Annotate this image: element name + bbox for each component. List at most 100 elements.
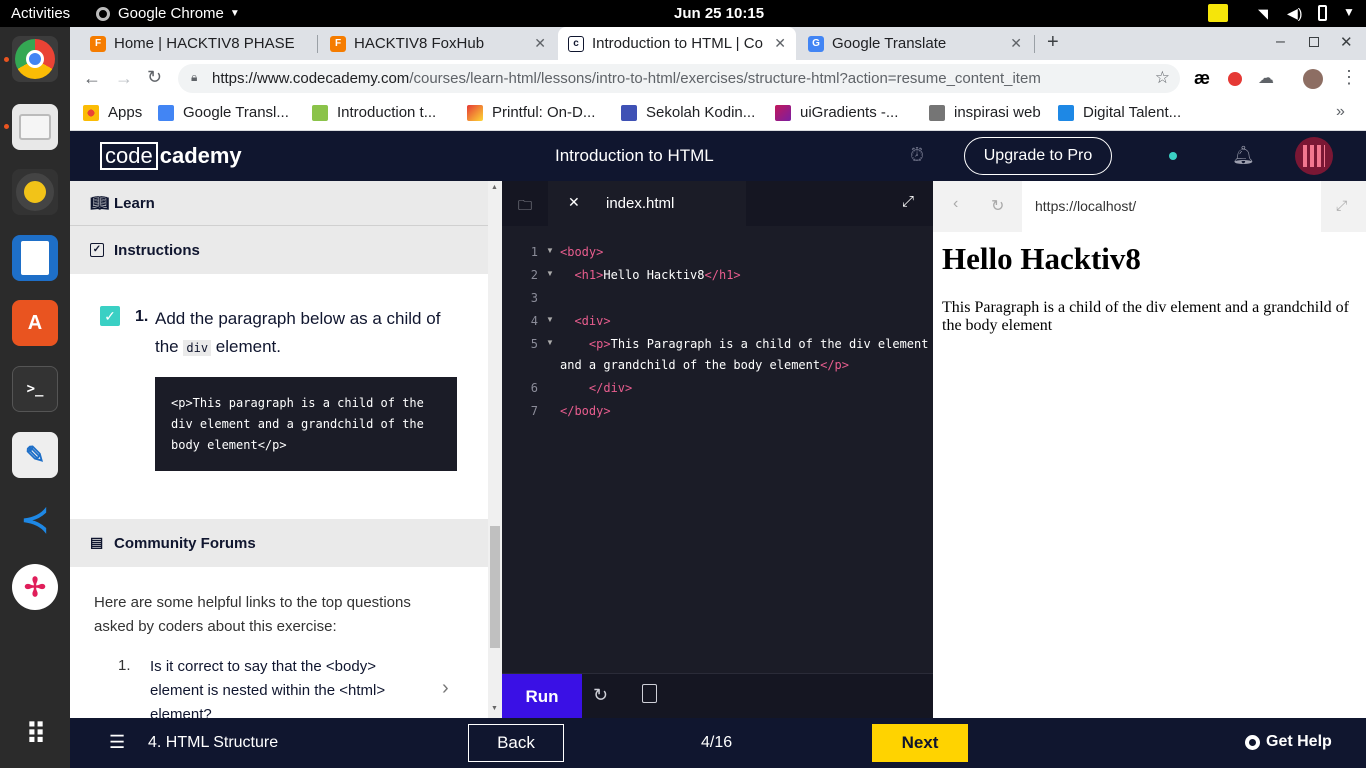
book-icon: 📖︎ <box>90 195 110 212</box>
instructions-section-header[interactable]: ✓ Instructions <box>70 226 488 274</box>
tab-foxhub[interactable]: F HACKTIV8 FoxHub ✕ <box>320 27 556 60</box>
dock-vscode[interactable]: ≺ <box>12 497 58 543</box>
ae-extension-icon[interactable]: æ <box>1194 68 1210 89</box>
codecademy-logo[interactable]: code cademy <box>100 142 242 170</box>
task-complete-checkbox[interactable]: ✓ <box>100 306 120 326</box>
forum-question-link[interactable]: Is it correct to say that the <body> ele… <box>150 655 430 718</box>
new-tab-button[interactable]: + <box>1047 31 1059 54</box>
scrollbar[interactable]: ▲ ▼ <box>488 181 502 718</box>
fold-arrow-icon[interactable]: ▼ <box>546 246 554 255</box>
bookmark-star-icon[interactable]: ☆ <box>1154 68 1170 88</box>
clock[interactable]: Jun 25 10:15 <box>674 5 764 22</box>
address-bar[interactable]: 🔒︎ https://www.codecademy.com/courses/le… <box>178 64 1180 93</box>
battery-icon[interactable] <box>1318 5 1327 21</box>
bell-icon[interactable]: 🔔︎ <box>1232 145 1255 166</box>
close-tab-icon[interactable]: ✕ <box>1010 35 1022 52</box>
tab-introduction-html[interactable]: c Introduction to HTML | Co ✕ <box>558 27 796 60</box>
bookmark-label: Sekolah Kodin... <box>646 104 756 121</box>
expand-icon[interactable]: ⤢ <box>902 193 914 210</box>
bookmark-uigradients[interactable]: uiGradients -... <box>775 104 898 121</box>
dock-writer[interactable] <box>12 235 58 281</box>
preview-fullscreen-icon[interactable]: ⤢ <box>1336 197 1347 214</box>
scroll-up-icon[interactable]: ▲ <box>491 184 498 191</box>
volume-icon[interactable]: ◀) <box>1287 5 1302 22</box>
chevron-right-icon[interactable]: › <box>442 677 449 700</box>
bookmark-digital-talent[interactable]: Digital Talent... <box>1058 104 1181 121</box>
run-button[interactable]: Run <box>502 674 582 719</box>
preview-back-icon[interactable]: ‹ <box>953 195 958 213</box>
back-button[interactable]: Back <box>468 724 564 762</box>
close-tab-icon[interactable]: ✕ <box>774 35 786 52</box>
line-number: 2 <box>530 268 538 282</box>
dock-files[interactable] <box>12 104 58 150</box>
fold-arrow-icon[interactable]: ▼ <box>546 338 554 347</box>
fold-arrow-icon[interactable]: ▼ <box>546 269 554 278</box>
preview-refresh-icon[interactable]: ↻ <box>991 196 1004 216</box>
dock-text-editor[interactable]: ✎ <box>12 432 58 478</box>
hamburger-menu-icon[interactable]: ☰ <box>109 732 125 753</box>
bookmark-google-translate[interactable]: Google Transl... <box>158 104 289 121</box>
rhythmbox-icon <box>16 173 54 211</box>
learn-section-header[interactable]: 📖︎ Learn <box>70 181 488 225</box>
more-bookmarks-icon[interactable]: » <box>1336 103 1345 121</box>
tab-hacktiv8-home[interactable]: F Home | HACKTIV8 PHASE <box>80 27 316 60</box>
notes-indicator-icon[interactable] <box>1208 4 1228 22</box>
file-tab-index-html[interactable]: ✕ index.html <box>548 181 746 226</box>
upgrade-to-pro-button[interactable]: Upgrade to Pro <box>964 137 1112 175</box>
activities-button[interactable]: Activities <box>11 5 70 22</box>
dock-rhythmbox[interactable] <box>12 169 58 215</box>
bookmark-printful[interactable]: Printful: On-D... <box>467 104 595 121</box>
bookmark-sekolah-koding[interactable]: Sekolah Kodin... <box>621 104 755 121</box>
tab-divider <box>1034 35 1035 53</box>
lesson-label[interactable]: 4. HTML Structure <box>148 734 278 752</box>
fold-arrow-icon[interactable]: ▼ <box>546 315 554 324</box>
system-menu-chevron-icon[interactable]: ▼ <box>1343 5 1355 19</box>
copy-code-icon[interactable] <box>642 684 657 703</box>
app-menu[interactable]: Google Chrome ▼ <box>96 5 240 22</box>
chrome-icon <box>15 39 55 79</box>
alarm-clock-icon[interactable]: ⏰︎ <box>910 145 924 166</box>
community-forums-header[interactable]: ▤ Community Forums <box>70 519 488 567</box>
forward-arrow-icon[interactable]: → <box>115 68 133 89</box>
code-line: <h1>Hello Hacktiv8</h1> <box>574 268 741 282</box>
close-tab-icon[interactable]: ✕ <box>534 35 546 52</box>
folder-icon[interactable]: 🗀︎ <box>518 195 532 219</box>
show-applications-button[interactable]: ⠿ <box>12 711 58 757</box>
dock-chrome[interactable] <box>12 36 58 82</box>
code-editor: 🗀︎ ✕ index.html ⤢ 1 2 3 4 5 6 7 ▼ ▼ ▼ ▼ … <box>502 181 933 719</box>
running-indicator <box>4 57 9 62</box>
dock-terminal[interactable]: >_ <box>12 366 58 412</box>
bookmark-label: inspirasi web <box>954 104 1041 121</box>
reset-code-icon[interactable]: ↻ <box>593 685 608 706</box>
preview-address-bar[interactable]: https://localhost/ <box>1022 181 1321 232</box>
community-label: Community Forums <box>114 534 256 552</box>
next-label: Next <box>901 733 939 752</box>
writer-icon <box>21 241 49 275</box>
back-arrow-icon[interactable]: ← <box>83 68 101 89</box>
dock-slack[interactable]: ✢ <box>12 564 58 610</box>
translate-favicon-icon: G <box>808 35 824 52</box>
wifi-icon[interactable]: ◥ <box>1258 6 1268 22</box>
code-area[interactable]: 1 2 3 4 5 6 7 ▼ ▼ ▼ ▼ <body> <h1>Hello H… <box>502 226 933 673</box>
get-help-button[interactable]: Get Help <box>1245 733 1332 751</box>
task-text-after: element. <box>215 337 281 356</box>
dock-software[interactable]: A <box>12 300 58 346</box>
cloud-extension-icon[interactable]: ☁ <box>1258 68 1274 88</box>
record-extension-icon[interactable] <box>1228 72 1242 86</box>
scroll-down-icon[interactable]: ▼ <box>491 705 498 712</box>
next-button[interactable]: Next <box>872 724 968 762</box>
bookmark-apps[interactable]: Apps <box>83 104 142 121</box>
bookmark-introduction[interactable]: Introduction t... <box>312 104 436 121</box>
profile-avatar[interactable] <box>1303 69 1323 89</box>
scrollbar-thumb[interactable] <box>490 526 500 648</box>
kebab-menu-icon[interactable]: ⋮ <box>1340 67 1358 88</box>
maximize-window-button[interactable] <box>1309 37 1319 47</box>
bookmark-folder-inspirasi[interactable]: inspirasi web <box>929 104 1041 121</box>
user-avatar[interactable] <box>1295 137 1333 175</box>
minimize-window-button[interactable]: – <box>1276 33 1285 51</box>
close-file-icon[interactable]: ✕ <box>568 194 580 211</box>
close-window-button[interactable]: ✕ <box>1340 33 1353 51</box>
tab-label: Introduction to HTML | Co <box>592 35 763 52</box>
tab-google-translate[interactable]: G Google Translate ✕ <box>798 27 1032 60</box>
reload-icon[interactable]: ↻ <box>147 67 162 88</box>
